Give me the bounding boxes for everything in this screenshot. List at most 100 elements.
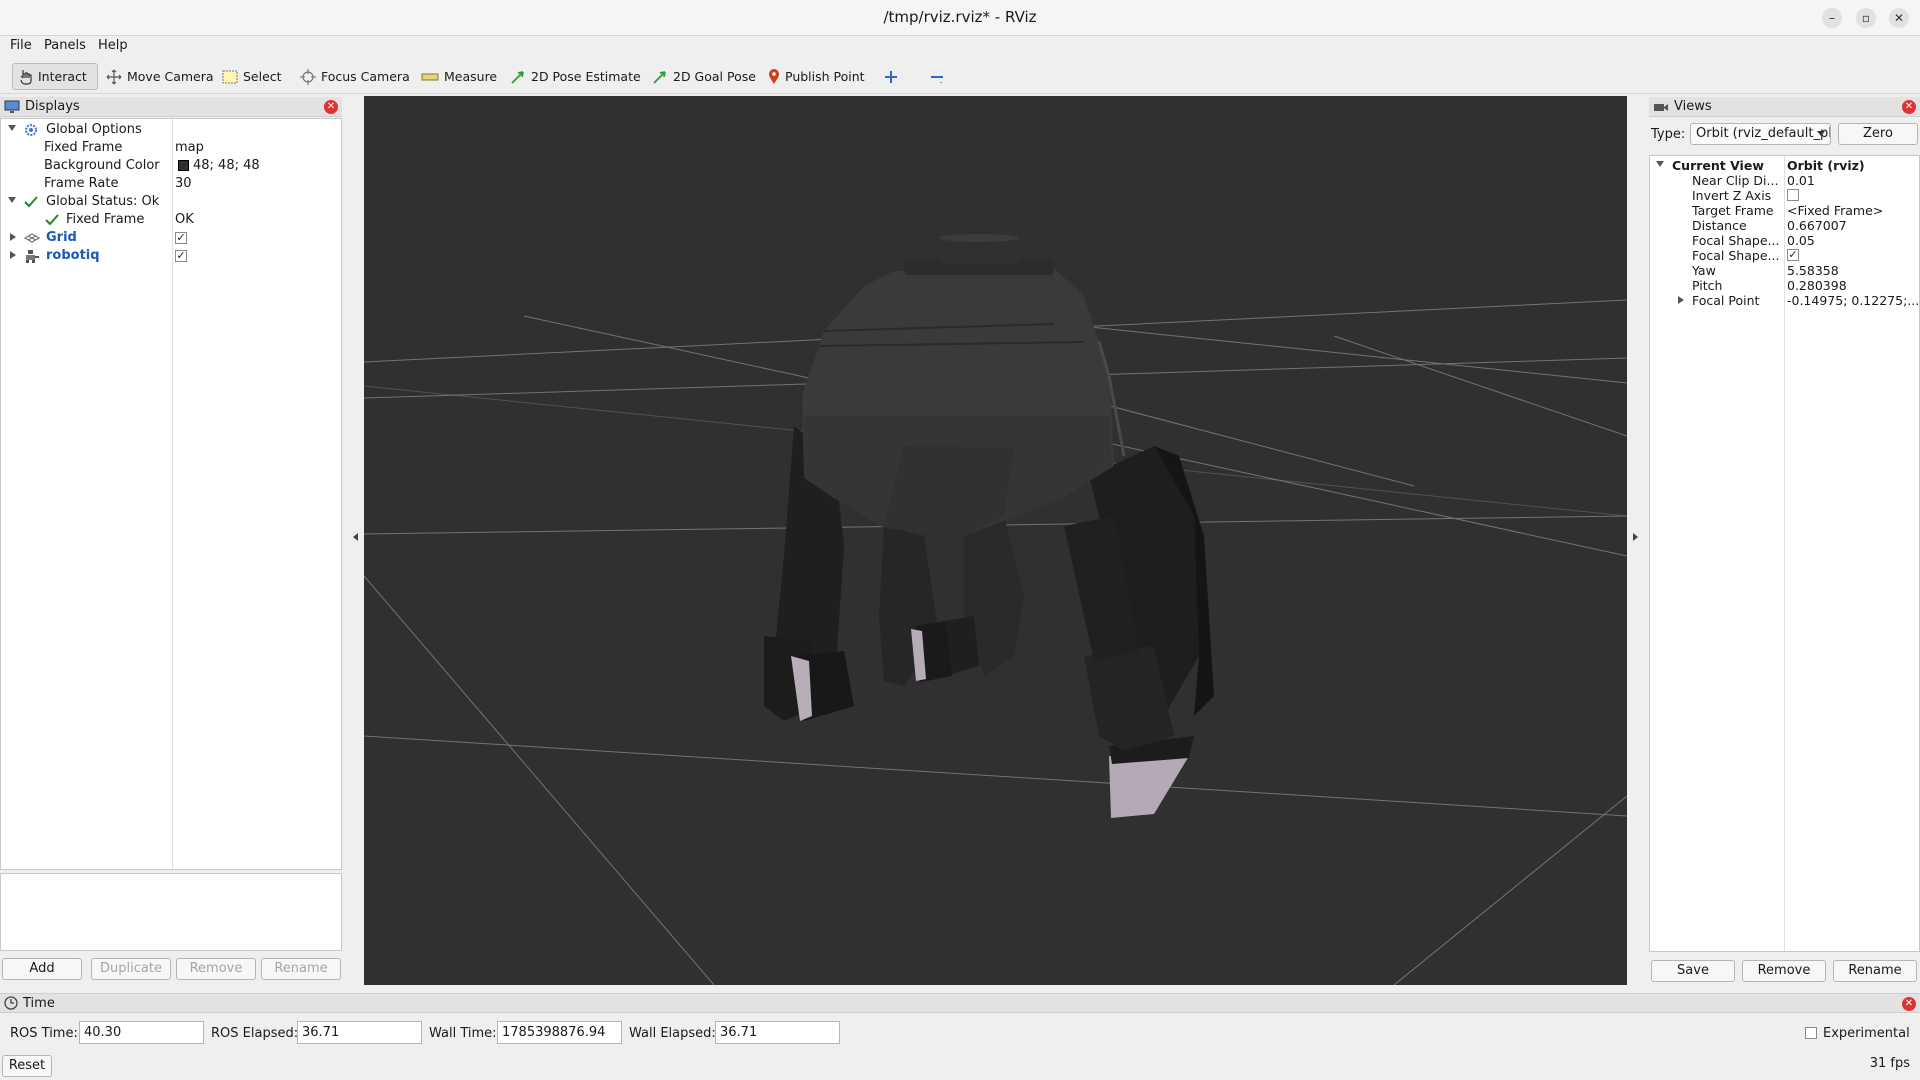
wall-time-field[interactable]: 1785398876.94 bbox=[497, 1021, 622, 1044]
view-type-value: Orbit (rviz_default_plugins) bbox=[1696, 126, 1831, 141]
remove-view-button[interactable]: Remove bbox=[1742, 960, 1826, 982]
wall-time-label: Wall Time: bbox=[429, 1026, 497, 1041]
views-tree[interactable]: Current View Orbit (rviz) Near Clip Di..… bbox=[1649, 155, 1920, 952]
publish-point-label: Publish Point bbox=[785, 69, 865, 84]
tree-row-frame-rate[interactable]: Frame Rate 30 bbox=[1, 175, 341, 193]
grid-icon bbox=[24, 233, 40, 243]
goal-pose-tool-button[interactable]: 2D Goal Pose bbox=[646, 63, 762, 90]
robotiq-label: robotiq bbox=[46, 248, 100, 263]
tree-row-global-status[interactable]: Global Status: Ok bbox=[1, 193, 341, 211]
fixed-frame-value[interactable]: map bbox=[175, 140, 204, 155]
robotiq-gripper-model[interactable] bbox=[764, 234, 1214, 818]
monitor-icon bbox=[4, 100, 20, 113]
tree-row-background-color[interactable]: Background Color 48; 48; 48 bbox=[1, 157, 341, 175]
view-prop-row[interactable]: Near Clip Di... 0.01 bbox=[1650, 173, 1920, 188]
view-prop-value[interactable]: 0.667007 bbox=[1787, 218, 1918, 233]
frame-rate-value[interactable]: 30 bbox=[175, 176, 192, 191]
time-panel-header: Time ✕ bbox=[0, 993, 1920, 1013]
view-prop-row[interactable]: Pitch 0.280398 bbox=[1650, 278, 1920, 293]
fixed-frame-label: Fixed Frame bbox=[44, 140, 123, 155]
displays-panel-header: Displays ✕ bbox=[0, 97, 342, 117]
pose-estimate-tool-button[interactable]: 2D Pose Estimate bbox=[504, 63, 647, 90]
view-prop-row[interactable]: Focal Shape... 0.05 bbox=[1650, 233, 1920, 248]
view-prop-row[interactable]: Yaw 5.58358 bbox=[1650, 263, 1920, 278]
measure-tool-button[interactable]: Measure bbox=[415, 63, 503, 90]
wall-elapsed-field[interactable]: 36.71 bbox=[715, 1021, 840, 1044]
view-prop-row[interactable]: Target Frame <Fixed Frame> bbox=[1650, 203, 1920, 218]
collapse-arrow-icon[interactable] bbox=[10, 251, 16, 259]
maximize-icon[interactable]: ▫ bbox=[1856, 8, 1876, 28]
time-panel-title: Time bbox=[23, 995, 55, 1011]
expand-arrow-icon[interactable] bbox=[8, 197, 16, 203]
view-type-select[interactable]: Orbit (rviz_default_plugins) bbox=[1690, 123, 1831, 145]
focus-camera-label: Focus Camera bbox=[321, 69, 410, 84]
view-prop-value[interactable]: 0.280398 bbox=[1787, 278, 1918, 293]
tree-row-grid[interactable]: Grid ✓ bbox=[1, 229, 341, 247]
focus-camera-tool-button[interactable]: Focus Camera bbox=[294, 63, 416, 90]
collapse-right-panel-icon[interactable] bbox=[1633, 533, 1638, 541]
tree-row-fixed-frame[interactable]: Fixed Frame map bbox=[1, 139, 341, 157]
move-camera-tool-button[interactable]: Move Camera bbox=[100, 63, 220, 90]
publish-point-tool-button[interactable]: Publish Point bbox=[762, 63, 871, 90]
tree-row-global-options[interactable]: Global Options bbox=[1, 121, 341, 139]
ros-time-field[interactable]: 40.30 bbox=[79, 1021, 204, 1044]
views-panel-title: Views bbox=[1674, 99, 1712, 114]
rename-view-button[interactable]: Rename bbox=[1833, 960, 1917, 982]
displays-tree[interactable]: Global Options Fixed Frame map Backgroun… bbox=[0, 118, 342, 870]
expand-arrow-icon[interactable] bbox=[1656, 161, 1664, 167]
frame-rate-label: Frame Rate bbox=[44, 176, 119, 191]
select-tool-button[interactable]: Select bbox=[216, 63, 288, 90]
close-icon[interactable]: ✕ bbox=[1902, 997, 1916, 1011]
view-prop-value[interactable]: 5.58358 bbox=[1787, 263, 1918, 278]
window-titlebar: /tmp/rviz.rviz* - RViz – ▫ ✕ bbox=[0, 0, 1920, 36]
robotiq-checkbox[interactable]: ✓ bbox=[175, 250, 187, 262]
expand-arrow-icon[interactable] bbox=[8, 125, 16, 131]
zero-button[interactable]: Zero bbox=[1838, 123, 1918, 145]
scene-3d[interactable] bbox=[364, 96, 1627, 985]
color-swatch[interactable] bbox=[178, 160, 189, 171]
checkmark-icon bbox=[24, 196, 38, 208]
view-prop-row[interactable]: Distance 0.667007 bbox=[1650, 218, 1920, 233]
close-icon[interactable]: ✕ bbox=[324, 100, 338, 114]
duplicate-display-button[interactable]: Duplicate bbox=[91, 958, 171, 980]
minimize-icon[interactable]: – bbox=[1822, 8, 1842, 28]
invert-z-checkbox[interactable] bbox=[1787, 189, 1799, 201]
goal-pose-label: 2D Goal Pose bbox=[673, 69, 756, 84]
ros-elapsed-field[interactable]: 36.71 bbox=[297, 1021, 422, 1044]
view-prop-row[interactable]: Focal Shape... ✓ bbox=[1650, 248, 1920, 263]
close-window-icon[interactable]: ✕ bbox=[1889, 8, 1909, 28]
tree-row-current-view[interactable]: Current View Orbit (rviz) bbox=[1650, 158, 1920, 173]
tree-row-robotiq[interactable]: robotiq ✓ bbox=[1, 247, 341, 265]
add-tool-button[interactable] bbox=[878, 63, 904, 90]
add-display-button[interactable]: Add bbox=[2, 958, 82, 980]
interact-label: Interact bbox=[38, 69, 87, 84]
background-color-value[interactable]: 48; 48; 48 bbox=[193, 158, 260, 173]
view-prop-value[interactable]: -0.14975; 0.12275;... bbox=[1787, 293, 1918, 308]
view-prop-row[interactable]: Invert Z Axis bbox=[1650, 188, 1920, 203]
reset-button[interactable]: Reset bbox=[2, 1055, 52, 1077]
render-viewport[interactable] bbox=[364, 96, 1627, 985]
experimental-checkbox[interactable] bbox=[1805, 1027, 1817, 1039]
tree-row-status-fixed-frame[interactable]: Fixed Frame OK bbox=[1, 211, 341, 229]
menu-panels[interactable]: Panels bbox=[44, 38, 86, 53]
menu-file[interactable]: File bbox=[10, 38, 32, 53]
interact-tool-button[interactable]: Interact bbox=[12, 63, 98, 90]
chevron-down-icon[interactable] bbox=[1817, 131, 1825, 136]
menu-help[interactable]: Help bbox=[98, 38, 128, 53]
select-icon bbox=[222, 70, 238, 83]
collapse-left-panel-icon[interactable] bbox=[353, 533, 358, 541]
view-prop-value[interactable]: <Fixed Frame> bbox=[1787, 203, 1918, 218]
collapse-arrow-icon[interactable] bbox=[1678, 296, 1684, 304]
remove-tool-button[interactable] bbox=[924, 63, 950, 90]
close-icon[interactable]: ✕ bbox=[1902, 100, 1916, 114]
save-view-button[interactable]: Save bbox=[1651, 960, 1735, 982]
view-prop-row[interactable]: Focal Point -0.14975; 0.12275;... bbox=[1650, 293, 1920, 308]
collapse-arrow-icon[interactable] bbox=[10, 233, 16, 241]
view-prop-value[interactable]: 0.05 bbox=[1787, 233, 1918, 248]
focal-shape-checkbox[interactable]: ✓ bbox=[1787, 249, 1799, 261]
robot-model-icon bbox=[26, 250, 39, 263]
rename-display-button[interactable]: Rename bbox=[261, 958, 341, 980]
remove-display-button[interactable]: Remove bbox=[176, 958, 256, 980]
view-prop-value[interactable]: 0.01 bbox=[1787, 173, 1918, 188]
grid-checkbox[interactable]: ✓ bbox=[175, 232, 187, 244]
